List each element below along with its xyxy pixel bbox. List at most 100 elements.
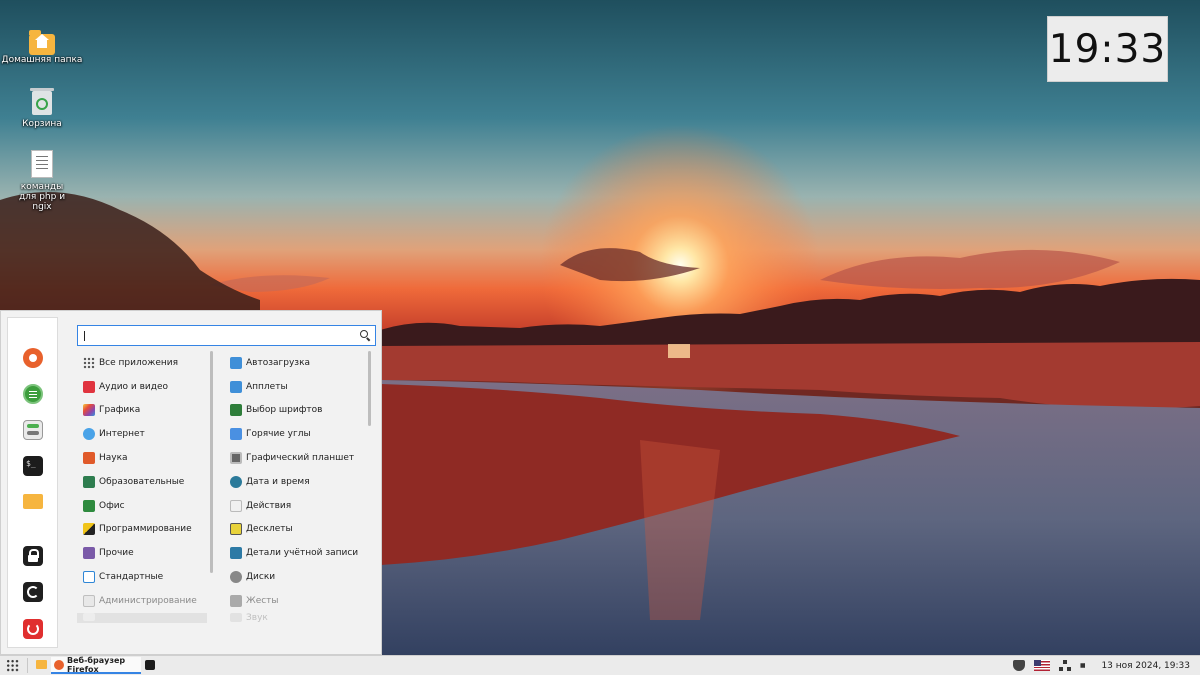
category-item[interactable]: Администрирование: [77, 589, 207, 613]
category-label: Все приложения: [99, 357, 179, 368]
software-manager-icon[interactable]: [23, 384, 43, 404]
category-item[interactable]: Офис: [77, 494, 207, 518]
shield-icon[interactable]: [1013, 660, 1026, 671]
account-icon: [230, 547, 242, 560]
app-label: Автозагрузка: [246, 357, 311, 368]
fonts-icon: [230, 404, 242, 417]
app-item-partial[interactable]: Звук: [224, 612, 369, 627]
text-document-icon: [31, 150, 53, 178]
other-icon: [83, 547, 95, 560]
app-item[interactable]: Детали учётной записи: [224, 541, 369, 565]
system-tray: 13 ноя 2024, 19:33: [1013, 656, 1190, 675]
settings-icon[interactable]: [23, 420, 43, 440]
desktop-icon-label: Корзина: [22, 119, 62, 129]
application-list: Автозагрузка Апплеты Выбор шрифтов Горяч…: [224, 351, 369, 627]
desktop-icon-document[interactable]: команды для php и ngix: [0, 150, 84, 212]
grid-icon: [83, 356, 95, 369]
folder-icon[interactable]: [36, 660, 47, 669]
category-item[interactable]: Наука: [77, 446, 207, 470]
category-item[interactable]: Прочие: [77, 541, 207, 565]
firefox-icon[interactable]: [23, 348, 43, 368]
internet-icon: [83, 428, 95, 441]
administration-icon: [83, 594, 95, 607]
app-label: Горячие углы: [246, 429, 311, 440]
app-label: Десклеты: [246, 524, 293, 535]
app-item[interactable]: Автозагрузка: [224, 351, 369, 375]
firefox-icon: [54, 659, 64, 670]
tablet-icon: [230, 452, 242, 465]
category-item[interactable]: Программирование: [77, 518, 207, 542]
category-item[interactable]: Все приложения: [77, 351, 207, 375]
category-item[interactable]: Графика: [77, 399, 207, 423]
window-title: Веб-браузер Firefox: [67, 655, 126, 674]
date-time-display[interactable]: 13 ноя 2024, 19:33: [1101, 661, 1190, 671]
actions-icon: [230, 499, 242, 512]
multimedia-icon: [83, 380, 95, 393]
app-item[interactable]: Действия: [224, 494, 369, 518]
power-icon[interactable]: [23, 619, 43, 639]
category-label: Интернет: [99, 429, 145, 440]
network-icon[interactable]: [1059, 660, 1072, 671]
favorites-sidebar: [7, 317, 58, 648]
accessories-icon: [83, 571, 95, 584]
category-scrollbar[interactable]: [210, 351, 213, 573]
category-list: Все приложения Аудио и видео Графика Инт…: [77, 351, 207, 623]
category-label: Образовательные: [99, 476, 185, 487]
category-item[interactable]: Образовательные: [77, 470, 207, 494]
app-item[interactable]: Выбор шрифтов: [224, 399, 369, 423]
date-time-icon: [230, 475, 242, 488]
app-item[interactable]: Горячие углы: [224, 422, 369, 446]
category-label: Офис: [99, 500, 125, 511]
science-icon: [83, 452, 95, 465]
keyboard-layout-flag-icon[interactable]: [1034, 660, 1051, 671]
category-item[interactable]: Стандартные: [77, 565, 207, 589]
app-label: Диски: [246, 572, 276, 583]
desktop-icon-label: Домашняя папка: [1, 55, 83, 65]
text-caret: [84, 331, 85, 341]
app-item[interactable]: Десклеты: [224, 518, 369, 542]
app-item[interactable]: Диски: [224, 565, 369, 589]
category-label: Аудио и видео: [99, 381, 169, 392]
category-item[interactable]: Интернет: [77, 422, 207, 446]
app-item[interactable]: Жесты: [224, 589, 369, 613]
app-menu-icon[interactable]: [6, 659, 19, 672]
gestures-icon: [230, 594, 242, 607]
category-label: Наука: [99, 453, 128, 464]
category-label: Администрирование: [99, 595, 197, 606]
app-item[interactable]: Апплеты: [224, 375, 369, 399]
volume-icon[interactable]: [1080, 660, 1089, 671]
category-item[interactable]: Аудио и видео: [77, 375, 207, 399]
desktop-icon-home[interactable]: Домашняя папка: [0, 30, 84, 65]
app-label: Детали учётной записи: [246, 548, 359, 559]
clock-desklet: 19:33: [1047, 16, 1168, 82]
disks-icon: [230, 571, 242, 584]
app-item[interactable]: Графический планшет: [224, 446, 369, 470]
desktop-icon-trash[interactable]: Корзина: [0, 88, 84, 129]
category-item-partial[interactable]: [77, 612, 207, 623]
taskbar-window-firefox[interactable]: Веб-браузер Firefox: [51, 655, 141, 674]
hot-corners-icon: [230, 428, 242, 441]
category-label: Прочие: [99, 548, 134, 559]
trash-icon: [30, 88, 54, 115]
search-input[interactable]: [77, 325, 376, 346]
app-label: Действия: [246, 500, 292, 511]
app-label: Жесты: [246, 595, 279, 606]
app-label: Звук: [246, 612, 268, 623]
taskbar-separator: [27, 658, 28, 673]
startup-icon: [230, 356, 242, 369]
app-label: Апплеты: [246, 381, 288, 392]
app-label: Дата и время: [246, 476, 310, 487]
terminal-icon[interactable]: [23, 456, 43, 476]
app-item[interactable]: Дата и время: [224, 470, 369, 494]
folder-icon[interactable]: [23, 494, 43, 509]
desktop-icon-label: команды для php и ngix: [18, 182, 66, 212]
logout-icon[interactable]: [23, 582, 43, 602]
sound-icon: [230, 612, 242, 622]
terminal-icon[interactable]: [145, 660, 155, 670]
app-label: Выбор шрифтов: [246, 405, 323, 416]
programming-icon: [83, 523, 95, 536]
app-list-scrollbar[interactable]: [368, 351, 371, 426]
taskbar: Веб-браузер Firefox 13 ноя 2024, 19:33: [0, 655, 1200, 675]
lock-icon[interactable]: [23, 546, 43, 566]
category-label: Графика: [99, 405, 141, 416]
